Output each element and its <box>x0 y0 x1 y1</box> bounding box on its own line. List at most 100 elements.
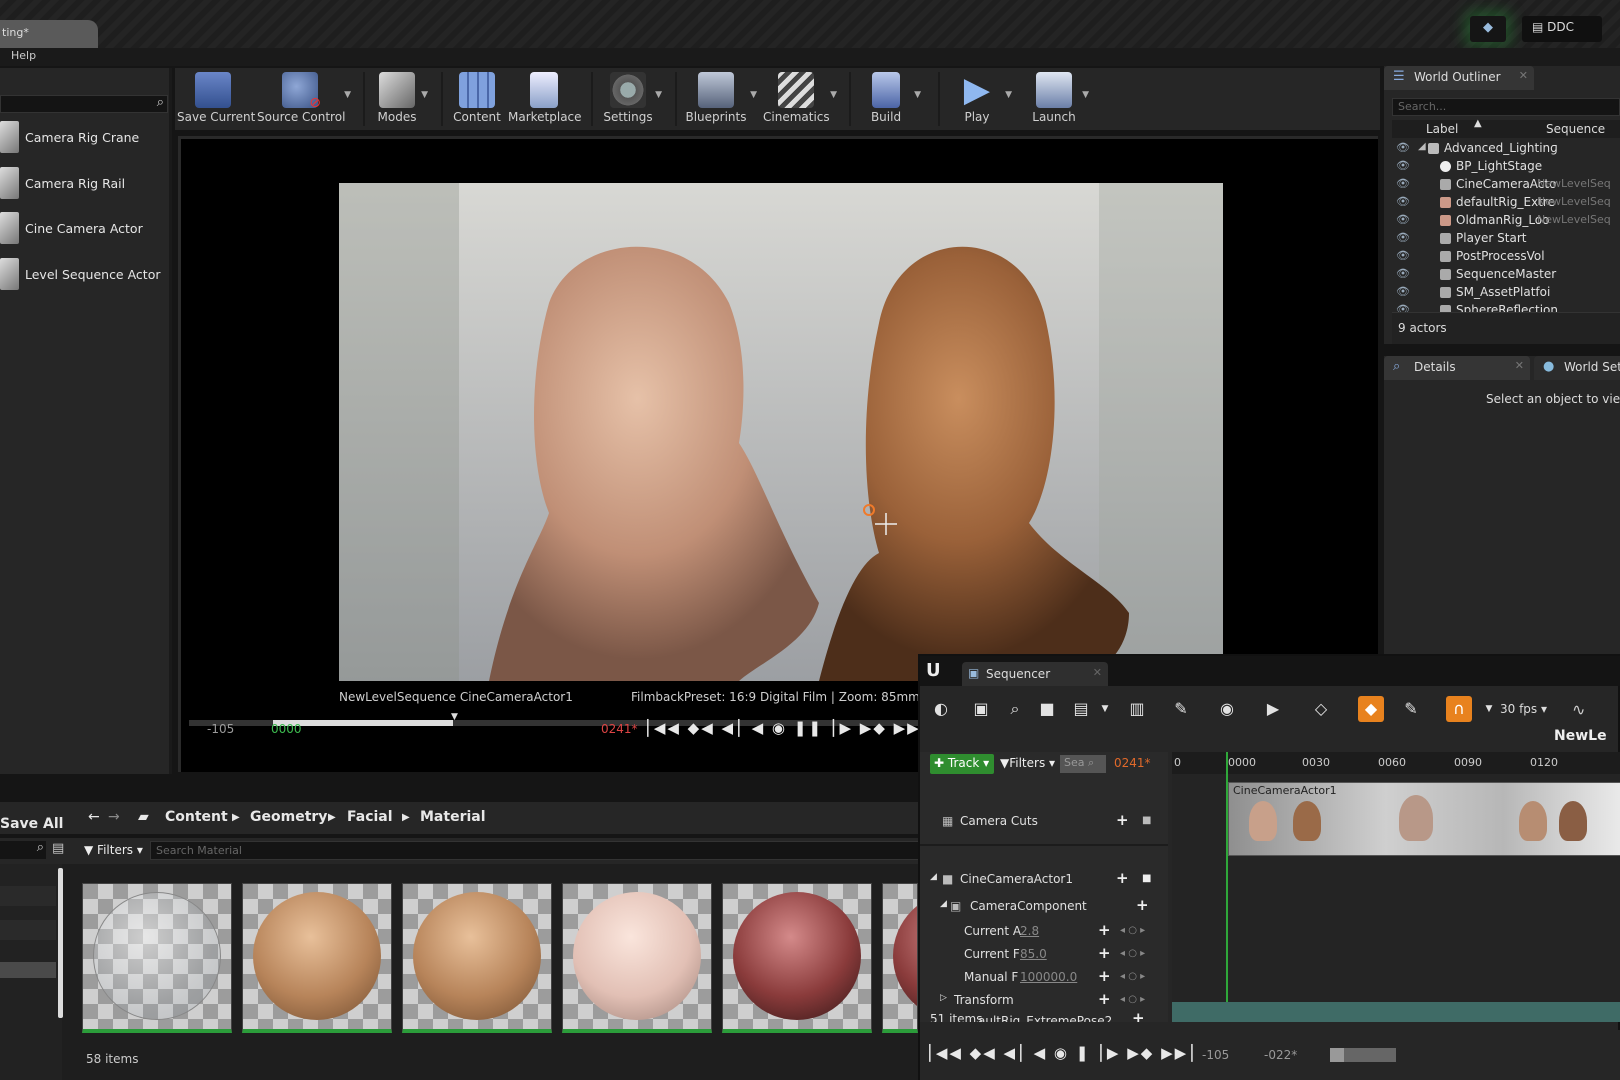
chevron-down-icon[interactable]: ▼ <box>1082 90 1089 100</box>
visibility-eye-icon[interactable]: 👁 <box>1396 231 1410 244</box>
chevron-down-icon[interactable]: ▼ <box>750 90 757 100</box>
source-item[interactable] <box>0 920 56 940</box>
add-icon[interactable]: + <box>1116 811 1129 829</box>
slider-handle[interactable] <box>1330 1048 1344 1062</box>
chevron-down-icon[interactable]: ▼ <box>1476 696 1502 722</box>
breadcrumb-geometry[interactable]: Geometry <box>250 809 327 825</box>
close-icon[interactable]: ✕ <box>1519 69 1528 82</box>
wrench-icon[interactable]: ✎ <box>1168 696 1194 722</box>
back-arrow-icon[interactable]: ← <box>88 809 100 825</box>
breadcrumb-separator-icon[interactable]: ▶ <box>232 812 240 823</box>
place-item-level-sequence-actor[interactable]: Level Sequence Actor <box>0 254 168 294</box>
content-button[interactable]: Content <box>450 68 504 130</box>
chevron-down-icon[interactable]: ▼ <box>1005 90 1012 100</box>
auto-key-icon[interactable]: ◆ <box>1358 696 1384 722</box>
expand-arrow-icon[interactable]: ◢ <box>930 872 937 882</box>
chevron-down-icon[interactable]: ▼ <box>344 90 351 100</box>
key-diamond-icon[interactable]: ◇ <box>1308 696 1334 722</box>
pencil-icon[interactable]: ✎ <box>1398 696 1424 722</box>
transform-section-bar[interactable] <box>1172 1002 1620 1022</box>
cinematics-button[interactable]: Cinematics ▼ <box>763 68 837 130</box>
add-key-icon[interactable]: + <box>1098 967 1111 985</box>
sources-search-input[interactable]: ⌕ <box>0 840 46 859</box>
viewport-transport-controls[interactable]: ⎮◀◀ ◆◀ ◀⎮ ◀ ◉ ❚❚ ⎮▶ ▶◆ ▶▶⎮ <box>644 719 931 737</box>
key-navigation-icon[interactable]: ◂ ○ ▸ <box>1120 971 1145 982</box>
close-icon[interactable]: ✕ <box>1093 666 1102 679</box>
add-icon[interactable]: + <box>1116 869 1129 887</box>
visibility-eye-icon[interactable]: 👁 <box>1396 177 1410 190</box>
chevron-down-icon[interactable]: ▼ <box>1092 696 1118 722</box>
collapse-arrow-icon[interactable]: ▷ <box>940 993 947 1003</box>
filters-button[interactable]: ▼ Filters ▾ <box>84 843 143 857</box>
camera-icon[interactable]: ■ <box>1142 873 1151 884</box>
eye-icon[interactable]: ◉ <box>1214 696 1240 722</box>
column-sequence[interactable]: Sequence <box>1546 122 1605 136</box>
place-item-cine-camera-actor[interactable]: Cine Camera Actor <box>0 208 168 248</box>
visibility-eye-icon[interactable]: 👁 <box>1396 285 1410 298</box>
property-value[interactable]: 2.8 <box>1020 924 1039 938</box>
asset-tile[interactable] <box>82 883 232 1033</box>
source-item-selected[interactable] <box>0 962 56 978</box>
camera-cut-section[interactable]: CineCameraActor1 <box>1228 782 1620 856</box>
source-control-status-button[interactable]: ◆ <box>1470 16 1506 42</box>
breadcrumb-separator-icon[interactable]: ▶ <box>402 812 410 823</box>
add-key-icon[interactable]: + <box>1098 921 1111 939</box>
outliner-row[interactable]: 👁 CineCameraActo NewLevelSeq <box>1392 176 1620 194</box>
breadcrumb-material[interactable]: Material <box>420 809 486 825</box>
property-value[interactable]: 85.0 <box>1020 947 1047 961</box>
outliner-row[interactable]: 👁 SphereReflection <box>1392 302 1620 312</box>
close-icon[interactable]: ✕ <box>1515 359 1524 372</box>
asset-tile[interactable] <box>882 883 918 1033</box>
level-tab[interactable]: ting* <box>0 20 98 48</box>
ddc-button[interactable]: ▤ DDC <box>1522 16 1602 42</box>
place-item-camera-rig-rail[interactable]: Camera Rig Rail <box>0 163 168 203</box>
breadcrumb-separator-icon[interactable]: ▶ <box>328 812 336 823</box>
asset-search-input[interactable]: Search Material <box>150 841 920 860</box>
snap-magnet-icon[interactable]: ∩ <box>1446 696 1472 722</box>
forward-arrow-icon[interactable]: → <box>108 809 120 825</box>
key-navigation-icon[interactable]: ◂ ○ ▸ <box>1120 994 1145 1005</box>
visibility-eye-icon[interactable]: 👁 <box>1396 213 1410 226</box>
sequencer-filters-button[interactable]: ▼Filters ▾ <box>1000 756 1055 770</box>
sequencer-search-input[interactable]: Sea ⌕ <box>1060 755 1106 773</box>
search-icon[interactable]: ⌕ <box>1002 696 1028 722</box>
outliner-search-input[interactable]: Search... <box>1392 98 1620 116</box>
chevron-down-icon[interactable]: ▼ <box>914 90 921 100</box>
key-navigation-icon[interactable]: ◂ ○ ▸ <box>1120 925 1145 936</box>
outliner-row[interactable]: 👁 PostProcessVol <box>1392 248 1620 266</box>
world-selector-icon[interactable]: ◐ <box>928 696 954 722</box>
visibility-eye-icon[interactable]: 👁 <box>1396 303 1410 312</box>
outliner-row[interactable]: 👁 Player Start <box>1392 230 1620 248</box>
key-navigation-icon[interactable]: ◂ ○ ▸ <box>1120 948 1145 959</box>
outliner-row[interactable]: 👁 SequenceMaster <box>1392 266 1620 284</box>
playhead-icon[interactable]: ▼ <box>451 712 458 722</box>
asset-tile[interactable] <box>562 883 712 1033</box>
asset-tile[interactable] <box>722 883 872 1033</box>
world-outliner-tab[interactable]: ☰ World Outliner ✕ <box>1384 66 1534 90</box>
blueprints-button[interactable]: Blueprints ▼ <box>683 68 757 130</box>
add-key-icon[interactable]: + <box>1098 990 1111 1008</box>
sequencer-tab[interactable]: ▣ Sequencer ✕ <box>962 662 1108 686</box>
breadcrumb-facial[interactable]: Facial <box>347 809 393 825</box>
expand-arrow-icon[interactable]: ◢ <box>940 899 947 909</box>
add-icon[interactable]: + <box>1136 896 1149 914</box>
save-current-button[interactable]: Save Current <box>177 68 255 130</box>
chevron-down-icon[interactable]: ▼ <box>830 90 837 100</box>
playback-options-icon[interactable]: ▶ <box>1260 696 1286 722</box>
time-ruler[interactable]: 0 0000 0030 0060 0090 0120 <box>1172 752 1620 774</box>
source-item[interactable] <box>0 886 56 906</box>
render-movie-icon[interactable]: ▤ <box>1068 696 1094 722</box>
chevron-down-icon[interactable]: ▼ <box>421 90 428 100</box>
world-settings-tab[interactable]: ● World Set <box>1534 356 1620 380</box>
source-control-button[interactable]: ⊘ Source Control ▼ <box>257 68 351 130</box>
fps-selector[interactable]: 30 fps ▾ <box>1500 702 1547 716</box>
outliner-row[interactable]: 👁 SM_AssetPlatfoi <box>1392 284 1620 302</box>
timeline-zoom-slider[interactable] <box>1330 1048 1396 1062</box>
outliner-row[interactable]: 👁 BP_LightStage <box>1392 158 1620 176</box>
place-item-camera-rig-crane[interactable]: Camera Rig Crane <box>0 117 168 157</box>
expand-arrow-icon[interactable]: ◢ <box>1418 141 1426 152</box>
curve-editor-icon[interactable]: ∿ <box>1572 700 1585 719</box>
add-track-button[interactable]: ✚ Track ▾ <box>930 754 994 774</box>
settings-button[interactable]: Settings ▼ <box>600 68 662 130</box>
save-sequence-icon[interactable]: ▣ <box>968 696 994 722</box>
